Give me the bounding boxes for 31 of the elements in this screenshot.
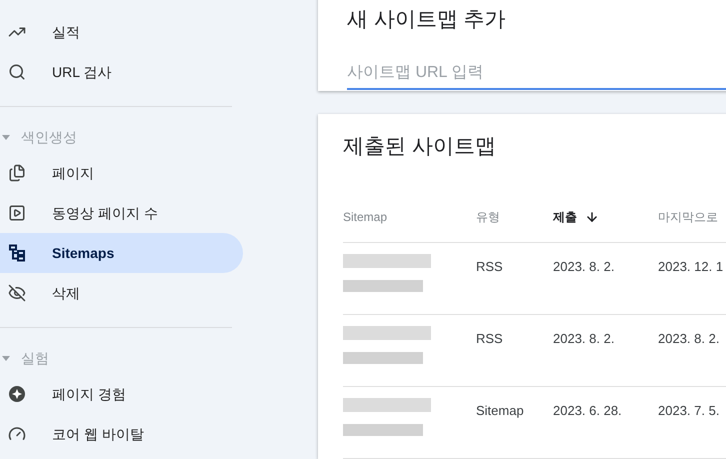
- sidebar-item[interactable]: 실적: [0, 12, 243, 52]
- table-cell: 2023. 12. 1: [658, 259, 724, 274]
- column-header[interactable]: 제출: [553, 208, 599, 226]
- sidebar-item[interactable]: 페이지 경험: [0, 374, 243, 414]
- sidebar-item[interactable]: 삭제: [0, 273, 243, 313]
- sidebar-item[interactable]: 동영상 페이지 수: [0, 193, 243, 233]
- sidebar-item[interactable]: 페이지: [0, 153, 243, 193]
- column-header[interactable]: 유형: [476, 208, 500, 226]
- caret-icon: [2, 134, 10, 140]
- column-header[interactable]: Sitemap: [343, 208, 388, 226]
- table-cell: 2023. 8. 2.: [553, 259, 614, 274]
- eye-off-icon: [8, 284, 26, 302]
- gauge-icon: [8, 425, 26, 443]
- pages-icon: [8, 164, 26, 182]
- sitemap-icon: [8, 244, 26, 262]
- column-header[interactable]: 마지막으로: [658, 208, 718, 226]
- sidebar-item[interactable]: 코어 웹 바이탈: [0, 414, 243, 454]
- table-cell: 2023. 7. 5.: [658, 403, 720, 418]
- table-cell: 2023. 6. 28.: [553, 403, 622, 418]
- caret-icon: [2, 356, 10, 360]
- table-cell: 2023. 8. 2.: [553, 331, 614, 346]
- table-cell: RSS: [476, 331, 503, 346]
- video-page-icon: [8, 204, 26, 222]
- table-cell: Sitemap: [476, 403, 524, 418]
- card-title: 새 사이트맵 추가: [347, 7, 507, 33]
- card-title: 제출된 사이트맵: [343, 134, 497, 160]
- sidebar-item[interactable]: Sitemaps: [0, 233, 243, 273]
- table-cell: RSS: [476, 259, 503, 274]
- table-cell: 2023. 8. 2.: [658, 331, 720, 346]
- sidebar-item[interactable]: URL 검사: [0, 52, 243, 92]
- search-icon: [8, 63, 26, 81]
